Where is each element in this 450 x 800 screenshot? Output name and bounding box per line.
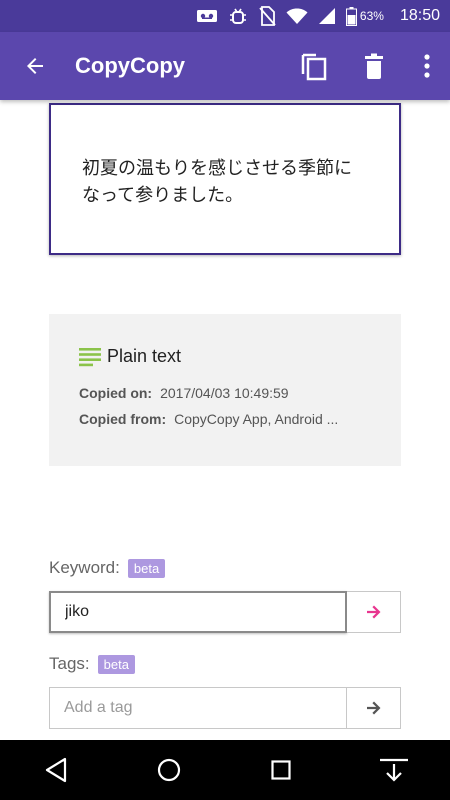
- tags-beta-badge: beta: [97, 654, 135, 674]
- copied-from-label: Copied from:: [79, 411, 167, 427]
- battery-percent: 63%: [359, 9, 384, 23]
- back-button[interactable]: [0, 32, 70, 100]
- android-debug-icon: [229, 8, 246, 24]
- clip-type: Plain text: [79, 346, 371, 367]
- nav-recents-icon: [271, 760, 291, 780]
- keyword-input-row: [49, 591, 401, 633]
- app-bar: CopyCopy: [0, 32, 450, 100]
- clip-type-label: Plain text: [107, 346, 182, 366]
- copied-from-row: Copied from: CopyCopy App, Android ...: [79, 411, 371, 427]
- keyword-label: Keyword:: [49, 558, 120, 577]
- more-vert-icon: [424, 54, 430, 78]
- nav-back-icon: [46, 757, 67, 783]
- system-nav-bar: [0, 740, 450, 800]
- copy-icon: [301, 53, 327, 81]
- arrow-right-icon: [366, 701, 380, 715]
- tag-input[interactable]: [49, 687, 347, 729]
- copied-from-value: CopyCopy App, Android ...: [174, 411, 339, 427]
- keyword-label-row: Keyword: beta: [49, 558, 166, 578]
- no-sim-icon: [259, 6, 276, 26]
- nav-home-button[interactable]: [134, 740, 204, 800]
- tags-input-row: [49, 687, 401, 729]
- copy-button[interactable]: [284, 32, 344, 100]
- arrow-right-icon: [366, 605, 380, 619]
- more-options-button[interactable]: [404, 32, 450, 100]
- delete-button[interactable]: [344, 32, 404, 100]
- keyword-beta-badge: beta: [127, 558, 166, 578]
- plain-text-icon: [79, 347, 101, 366]
- back-arrow-icon: [27, 58, 43, 74]
- tags-label: Tags:: [49, 654, 90, 673]
- cell-signal-icon: [318, 8, 335, 24]
- nav-back-button[interactable]: [21, 740, 91, 800]
- keyword-input[interactable]: [49, 591, 347, 633]
- voicemail-icon: [196, 10, 217, 22]
- nav-home-icon: [157, 758, 180, 782]
- clip-text: 初夏の温もりを感じさせる季節になって参りました。: [82, 158, 352, 206]
- copied-on-row: Copied on: 2017/04/03 10:49:59: [79, 385, 371, 401]
- nav-hide-icon: [379, 758, 408, 782]
- wifi-icon: [286, 8, 308, 24]
- copied-on-label: Copied on:: [79, 385, 153, 401]
- clock: 18:50: [399, 7, 440, 24]
- tag-submit-button[interactable]: [347, 687, 401, 729]
- battery-icon: [345, 6, 357, 26]
- app-title: CopyCopy: [75, 53, 185, 78]
- keyword-submit-button[interactable]: [347, 591, 401, 633]
- nav-recents-button[interactable]: [246, 740, 316, 800]
- nav-hide-keyboard-button[interactable]: [359, 740, 429, 800]
- status-bar: 63% 18:50: [0, 0, 450, 32]
- clip-text-card[interactable]: 初夏の温もりを感じさせる季節になって参りました。: [49, 103, 401, 255]
- copied-on-value: 2017/04/03 10:49:59: [160, 385, 289, 401]
- tags-label-row: Tags: beta: [49, 654, 135, 674]
- clip-info-card: Plain text Copied on: 2017/04/03 10:49:59…: [49, 314, 401, 466]
- delete-icon: [365, 53, 383, 79]
